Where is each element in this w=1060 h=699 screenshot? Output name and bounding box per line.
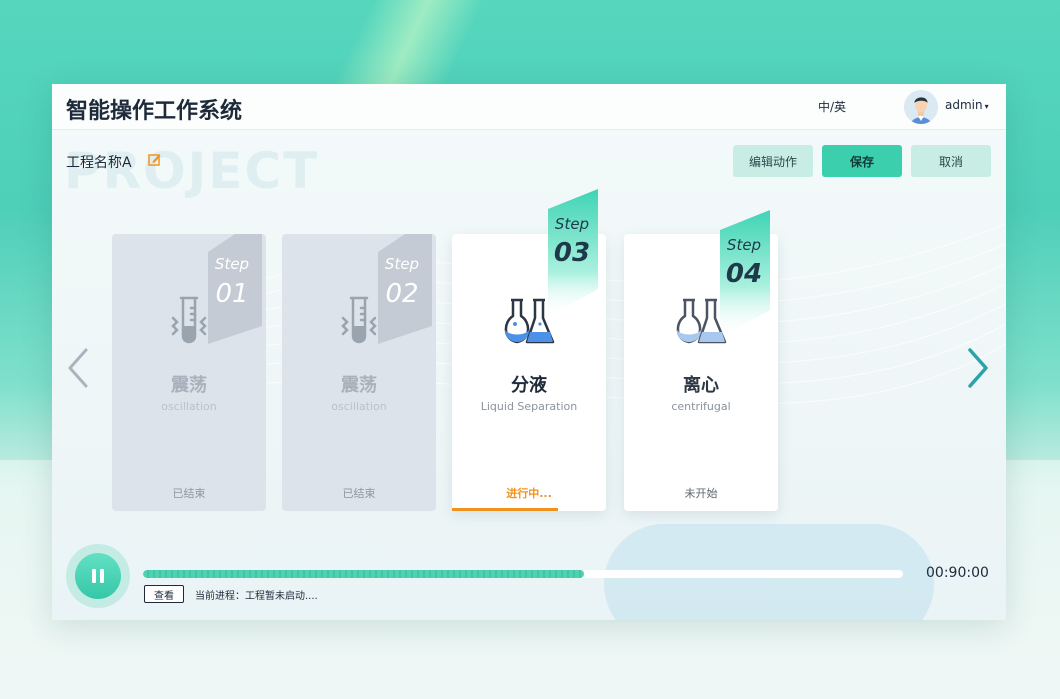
view-button[interactable]: 查看 [144,585,184,603]
main-window: PROJECT 智能操作工作系统 中/英 admin ▾ 工程名称A 编辑动作 … [52,84,1006,620]
step-title: 离心 [683,375,719,396]
step-number: 04 [726,259,762,289]
test-tube-shaking-icon [171,296,207,344]
step-tag-label: Step [727,236,761,254]
pause-button-inner [75,553,121,599]
language-switch[interactable]: 中/英 [818,98,846,115]
step-status: 已结束 [342,487,376,500]
flasks-icon [676,298,727,344]
step-subtitle: oscillation [331,400,387,413]
test-tube-shaking-icon [341,296,377,344]
chevron-down-icon: ▾ [984,102,989,111]
chevron-right-icon[interactable] [964,346,992,390]
step-tag-label: Step [215,255,249,273]
app-title: 智能操作工作系统 [66,99,243,124]
chevron-left-icon[interactable] [64,346,92,390]
pause-button[interactable] [66,544,130,608]
elapsed-time: 00:90:00 [926,565,989,581]
progress-bar[interactable] [143,570,903,578]
step-tag-label: Step [385,255,419,273]
edit-icon[interactable] [148,153,161,166]
step-card[interactable]: Step 02 震荡 oscillation 已结束 [282,234,436,511]
user-avatar-icon [904,90,938,124]
flasks-icon [504,298,555,344]
project-name: 工程名称A [66,155,132,171]
process-status-text: 当前进程：工程暂未启动.... [195,591,318,602]
progress-fill [143,570,584,578]
step-subtitle: oscillation [161,400,217,413]
save-button[interactable]: 保存 [822,145,902,177]
step-tag-label: Step [555,215,589,233]
username: admin [945,98,983,112]
user-menu[interactable]: admin ▾ [945,98,989,112]
step-subtitle: Liquid Separation [480,400,578,413]
step-status: 已结束 [172,487,206,500]
step-subtitle: centrifugal [671,400,731,413]
step-title: 分液 [511,375,547,396]
cancel-button[interactable]: 取消 [911,145,991,177]
step-card[interactable]: Step 01 震荡 oscillation 已结束 [112,234,266,511]
step-status: 进行中... [506,487,552,500]
step-card-active[interactable]: Step 03 分液 Liquid Separation 进行中... [452,189,606,511]
active-step-indicator [452,508,558,511]
pause-icon [92,569,104,583]
avatar[interactable] [904,90,938,124]
step-number: 03 [554,238,590,268]
step-status: 未开始 [684,487,718,500]
app-header: 智能操作工作系统 中/英 admin ▾ [52,84,1006,130]
step-title: 震荡 [171,375,207,396]
edit-action-button[interactable]: 编辑动作 [733,145,813,177]
step-card[interactable]: Step 04 离心 centrifugal 未开始 [624,210,778,511]
step-title: 震荡 [341,375,377,396]
